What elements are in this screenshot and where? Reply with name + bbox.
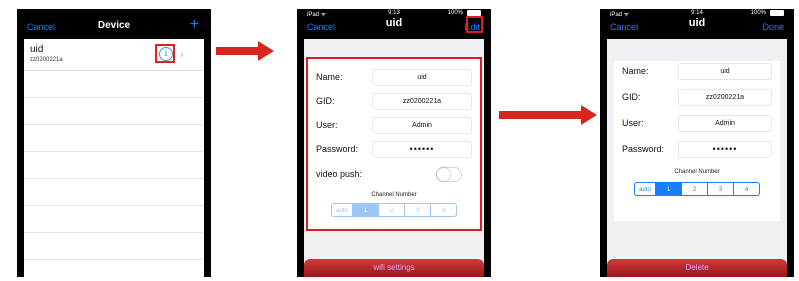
channel-4[interactable]: 4 [431, 203, 457, 217]
gid-label: GID: [316, 96, 335, 106]
done-button[interactable]: Done [762, 22, 784, 32]
device-info-view: iPad ᯤ 9:13 100% Cancel uid Edit Name: u… [304, 9, 484, 277]
channel-3[interactable]: 3 [708, 182, 734, 196]
device-info-screen: iPad ᯤ 9:13 100% Cancel uid Edit Name: u… [297, 9, 491, 277]
page-title: Device [97, 20, 131, 31]
delete-button[interactable]: Delete [607, 259, 787, 277]
channel-2[interactable]: 2 [379, 203, 405, 217]
nav-bar: Cancel Device + [24, 9, 204, 39]
arrow-right-icon [499, 105, 597, 125]
list-divider [24, 205, 204, 206]
list-divider [24, 232, 204, 233]
list-divider [24, 97, 204, 98]
channel-number-label: Channel Number [674, 169, 720, 175]
name-field[interactable]: uid [678, 63, 772, 80]
password-row: Password: •••••• [622, 141, 772, 158]
battery-icon [770, 10, 784, 16]
gid-field[interactable]: zz0200221a [678, 89, 772, 106]
name-row: Name: uid [316, 69, 472, 86]
device-list-item[interactable]: uid zz0200221a i › [24, 40, 204, 71]
wifi-settings-button[interactable]: wifi settings [304, 259, 484, 277]
gid-row: GID: zz0200221a [316, 93, 472, 110]
info-highlight: i [155, 44, 175, 63]
user-label: User: [316, 120, 338, 130]
channel-1[interactable]: 1 [656, 182, 682, 196]
info-icon[interactable]: i [159, 47, 173, 61]
name-row: Name: uid [622, 63, 772, 80]
list-divider [24, 259, 204, 260]
list-divider [24, 151, 204, 152]
password-field[interactable]: •••••• [372, 141, 472, 158]
page-title: uid [688, 17, 706, 29]
password-label: Password: [622, 144, 665, 154]
device-form: Name: uid GID: zz0200221a User: Admin Pa… [614, 61, 780, 221]
toggle-knob [437, 168, 450, 181]
list-divider [24, 178, 204, 179]
device-name: uid [30, 44, 44, 55]
channel-2[interactable]: 2 [682, 182, 708, 196]
channel-auto[interactable]: auto [331, 203, 353, 217]
channel-number-label: Channel Number [371, 192, 417, 198]
user-field[interactable]: Admin [372, 117, 472, 134]
add-device-icon[interactable]: + [190, 16, 199, 34]
name-label: Name: [316, 72, 343, 82]
device-form: Name: uid GID: zz0200221a User: Admin Pa… [306, 57, 482, 231]
device-list-screen: Cancel Device + uid zz0200221a i › [17, 9, 211, 277]
name-field[interactable]: uid [372, 69, 472, 86]
video-push-row: video push: [316, 166, 472, 183]
page-title: uid [385, 17, 403, 29]
name-label: Name: [622, 66, 649, 76]
channel-3[interactable]: 3 [405, 203, 431, 217]
channel-selector: auto 1 2 3 4 [614, 182, 780, 196]
user-row: User: Admin [316, 117, 472, 134]
video-push-label: video push: [316, 169, 363, 179]
battery-percent: 100% [447, 10, 463, 16]
video-push-toggle[interactable] [436, 167, 462, 182]
user-row: User: Admin [622, 115, 772, 132]
gid-label: GID: [622, 92, 641, 102]
channel-auto[interactable]: auto [634, 182, 656, 196]
gid-row: GID: zz0200221a [622, 89, 772, 106]
gid-field[interactable]: zz0200221a [372, 93, 472, 110]
chevron-right-icon: › [180, 49, 184, 61]
password-row: Password: •••••• [316, 141, 472, 158]
device-edit-view: iPad ᯤ 9:14 100% Cancel uid Done Name: u… [607, 9, 787, 277]
battery-percent: 100% [750, 10, 766, 16]
channel-1[interactable]: 1 [353, 203, 379, 217]
edit-highlight [466, 16, 483, 33]
channel-selector: auto 1 2 3 4 [308, 203, 480, 217]
user-label: User: [622, 118, 644, 128]
user-field[interactable]: Admin [678, 115, 772, 132]
device-list-view: Cancel Device + uid zz0200221a i › [24, 9, 204, 277]
device-uid: zz0200221a [30, 57, 63, 63]
password-label: Password: [316, 144, 359, 154]
password-field[interactable]: •••••• [678, 141, 772, 158]
device-edit-screen: iPad ᯤ 9:14 100% Cancel uid Done Name: u… [600, 9, 794, 277]
list-divider [24, 124, 204, 125]
channel-4[interactable]: 4 [734, 182, 760, 196]
nav-bar: iPad ᯤ 9:14 100% Cancel uid Done [607, 9, 787, 39]
arrow-right-icon [216, 41, 274, 61]
nav-bar: iPad ᯤ 9:13 100% Cancel uid Edit [304, 9, 484, 39]
